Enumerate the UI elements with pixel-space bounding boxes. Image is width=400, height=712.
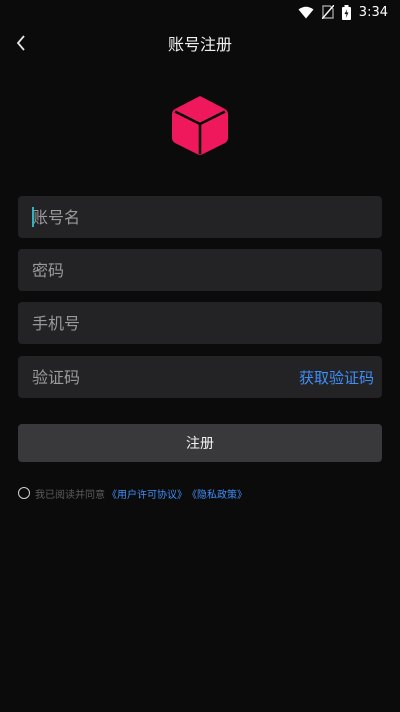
- status-time: 3:34: [358, 4, 388, 20]
- account-name-input[interactable]: [32, 196, 382, 238]
- agreement-row: 我已阅读并同意 《用户许可协议》 《隐私政策》: [18, 485, 247, 501]
- header: 账号注册: [0, 26, 400, 60]
- page-title: 账号注册: [167, 35, 232, 54]
- chevron-left-icon: [16, 35, 25, 51]
- status-bar: 3:34: [0, 0, 400, 24]
- phone-input[interactable]: [32, 302, 382, 344]
- get-code-button[interactable]: 获取验证码: [299, 356, 374, 398]
- no-sim-icon: [321, 5, 334, 19]
- battery-charging-icon: [341, 4, 351, 20]
- text-cursor: [32, 207, 34, 227]
- cube-logo-icon: [172, 96, 228, 155]
- register-button[interactable]: 注册: [18, 424, 382, 462]
- app-logo: [170, 94, 230, 156]
- phone-field[interactable]: [18, 302, 382, 344]
- privacy-policy-link[interactable]: 《隐私政策》: [187, 486, 247, 501]
- wifi-icon: [298, 6, 314, 19]
- password-input[interactable]: [32, 249, 382, 291]
- user-agreement-link[interactable]: 《用户许可协议》: [107, 486, 187, 501]
- back-button[interactable]: [8, 28, 34, 58]
- account-name-field[interactable]: [18, 196, 382, 238]
- agreement-radio[interactable]: [18, 487, 30, 499]
- agreement-prefix: 我已阅读并同意: [35, 489, 105, 501]
- password-field[interactable]: [18, 249, 382, 291]
- verification-code-field[interactable]: 获取验证码: [18, 356, 382, 398]
